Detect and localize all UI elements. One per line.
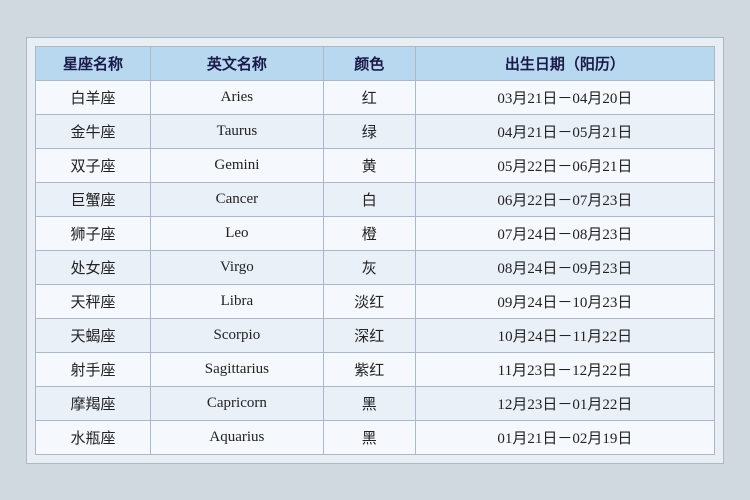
table-row: 天秤座Libra淡红09月24日－10月23日 <box>36 284 715 318</box>
table-body: 白羊座Aries红03月21日－04月20日金牛座Taurus绿04月21日－0… <box>36 80 715 454</box>
cell-zh: 狮子座 <box>36 216 151 250</box>
cell-color: 黄 <box>323 148 415 182</box>
cell-en: Taurus <box>151 114 324 148</box>
cell-color: 绿 <box>323 114 415 148</box>
cell-zh: 白羊座 <box>36 80 151 114</box>
cell-color: 淡红 <box>323 284 415 318</box>
table-row: 白羊座Aries红03月21日－04月20日 <box>36 80 715 114</box>
table-row: 巨蟹座Cancer白06月22日－07月23日 <box>36 182 715 216</box>
cell-date: 11月23日－12月22日 <box>415 352 714 386</box>
zodiac-table-wrapper: 星座名称 英文名称 颜色 出生日期（阳历） 白羊座Aries红03月21日－04… <box>26 37 724 464</box>
table-row: 射手座Sagittarius紫红11月23日－12月22日 <box>36 352 715 386</box>
table-row: 水瓶座Aquarius黑01月21日－02月19日 <box>36 420 715 454</box>
header-zh: 星座名称 <box>36 46 151 80</box>
table-row: 金牛座Taurus绿04月21日－05月21日 <box>36 114 715 148</box>
table-row: 狮子座Leo橙07月24日－08月23日 <box>36 216 715 250</box>
cell-color: 紫红 <box>323 352 415 386</box>
cell-en: Leo <box>151 216 324 250</box>
table-row: 双子座Gemini黄05月22日－06月21日 <box>36 148 715 182</box>
cell-date: 10月24日－11月22日 <box>415 318 714 352</box>
header-color: 颜色 <box>323 46 415 80</box>
table-header-row: 星座名称 英文名称 颜色 出生日期（阳历） <box>36 46 715 80</box>
cell-zh: 摩羯座 <box>36 386 151 420</box>
cell-en: Sagittarius <box>151 352 324 386</box>
cell-en: Gemini <box>151 148 324 182</box>
cell-color: 黑 <box>323 420 415 454</box>
cell-zh: 天秤座 <box>36 284 151 318</box>
cell-date: 12月23日－01月22日 <box>415 386 714 420</box>
cell-date: 07月24日－08月23日 <box>415 216 714 250</box>
cell-date: 03月21日－04月20日 <box>415 80 714 114</box>
cell-color: 黑 <box>323 386 415 420</box>
cell-zh: 处女座 <box>36 250 151 284</box>
cell-zh: 天蝎座 <box>36 318 151 352</box>
cell-color: 深红 <box>323 318 415 352</box>
cell-en: Libra <box>151 284 324 318</box>
cell-en: Aquarius <box>151 420 324 454</box>
cell-zh: 水瓶座 <box>36 420 151 454</box>
cell-color: 灰 <box>323 250 415 284</box>
cell-en: Aries <box>151 80 324 114</box>
cell-date: 08月24日－09月23日 <box>415 250 714 284</box>
cell-en: Virgo <box>151 250 324 284</box>
zodiac-table: 星座名称 英文名称 颜色 出生日期（阳历） 白羊座Aries红03月21日－04… <box>35 46 715 455</box>
cell-date: 05月22日－06月21日 <box>415 148 714 182</box>
cell-en: Scorpio <box>151 318 324 352</box>
cell-zh: 巨蟹座 <box>36 182 151 216</box>
cell-en: Capricorn <box>151 386 324 420</box>
cell-date: 01月21日－02月19日 <box>415 420 714 454</box>
header-en: 英文名称 <box>151 46 324 80</box>
cell-color: 白 <box>323 182 415 216</box>
header-date: 出生日期（阳历） <box>415 46 714 80</box>
cell-date: 06月22日－07月23日 <box>415 182 714 216</box>
cell-en: Cancer <box>151 182 324 216</box>
cell-color: 红 <box>323 80 415 114</box>
cell-date: 04月21日－05月21日 <box>415 114 714 148</box>
cell-zh: 射手座 <box>36 352 151 386</box>
cell-zh: 金牛座 <box>36 114 151 148</box>
table-row: 天蝎座Scorpio深红10月24日－11月22日 <box>36 318 715 352</box>
cell-color: 橙 <box>323 216 415 250</box>
table-row: 摩羯座Capricorn黑12月23日－01月22日 <box>36 386 715 420</box>
table-row: 处女座Virgo灰08月24日－09月23日 <box>36 250 715 284</box>
cell-zh: 双子座 <box>36 148 151 182</box>
cell-date: 09月24日－10月23日 <box>415 284 714 318</box>
